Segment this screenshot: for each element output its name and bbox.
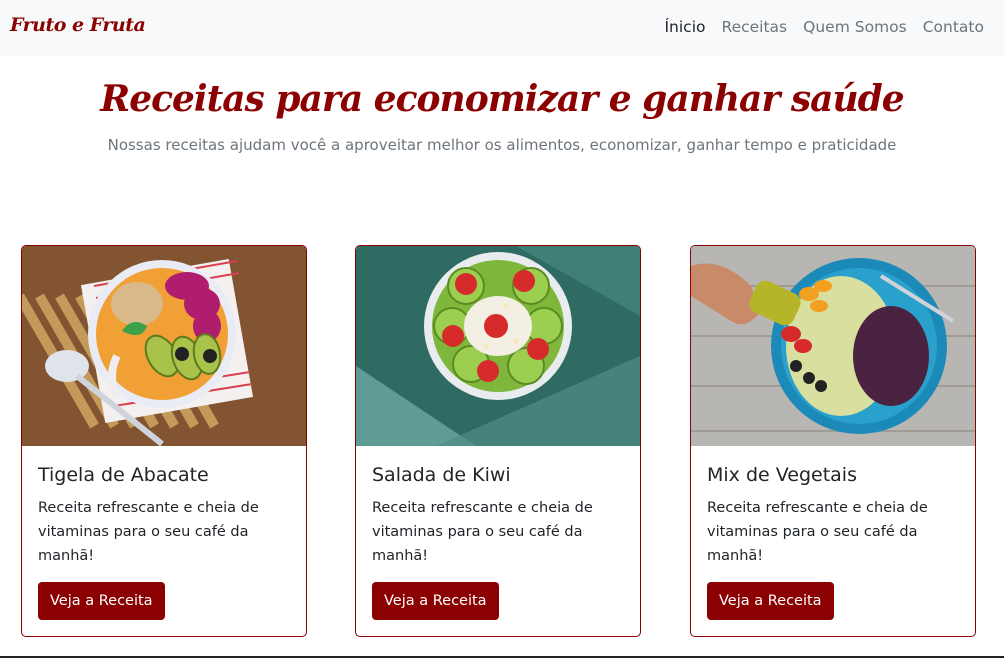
nav-link-inicio[interactable]: Ínicio (664, 18, 705, 36)
kiwi-salad-image (356, 246, 640, 446)
avocado-bowl-image (22, 246, 306, 446)
card-text: Receita refrescante e cheia de vitaminas… (372, 500, 593, 564)
veja-receita-button[interactable]: Veja a Receita (38, 582, 165, 620)
recipe-card-vegetais: Mix de Vegetais Receita refrescante e ch… (690, 245, 976, 637)
nav-link-receitas[interactable]: Receitas (722, 18, 788, 36)
page-subtitle: Nossas receitas ajudam você a aproveitar… (107, 136, 897, 154)
card-title: Salada de Kiwi (372, 464, 511, 486)
card-title: Mix de Vegetais (707, 464, 857, 486)
navbar: Fruto e Fruta Ínicio Receitas Quem Somos… (0, 0, 1004, 56)
nav-link-contato[interactable]: Contato (923, 18, 984, 36)
card-text: Receita refrescante e cheia de vitaminas… (707, 500, 928, 564)
nav-links: Ínicio Receitas Quem Somos Contato (664, 18, 984, 36)
card-title: Tigela de Abacate (38, 464, 209, 486)
veja-receita-button[interactable]: Veja a Receita (372, 582, 499, 620)
veja-receita-button[interactable]: Veja a Receita (707, 582, 834, 620)
vegetable-mix-image (691, 246, 975, 446)
card-text: Receita refrescante e cheia de vitaminas… (38, 500, 259, 564)
page-title: Receitas para economizar e ganhar saúde (100, 78, 904, 120)
recipe-card-abacate: Tigela de Abacate Receita refrescante e … (21, 245, 307, 637)
nav-link-quem-somos[interactable]: Quem Somos (803, 18, 907, 36)
recipe-card-kiwi: Salada de Kiwi Receita refrescante e che… (355, 245, 641, 637)
brand-logo[interactable]: Fruto e Fruta (10, 14, 146, 36)
